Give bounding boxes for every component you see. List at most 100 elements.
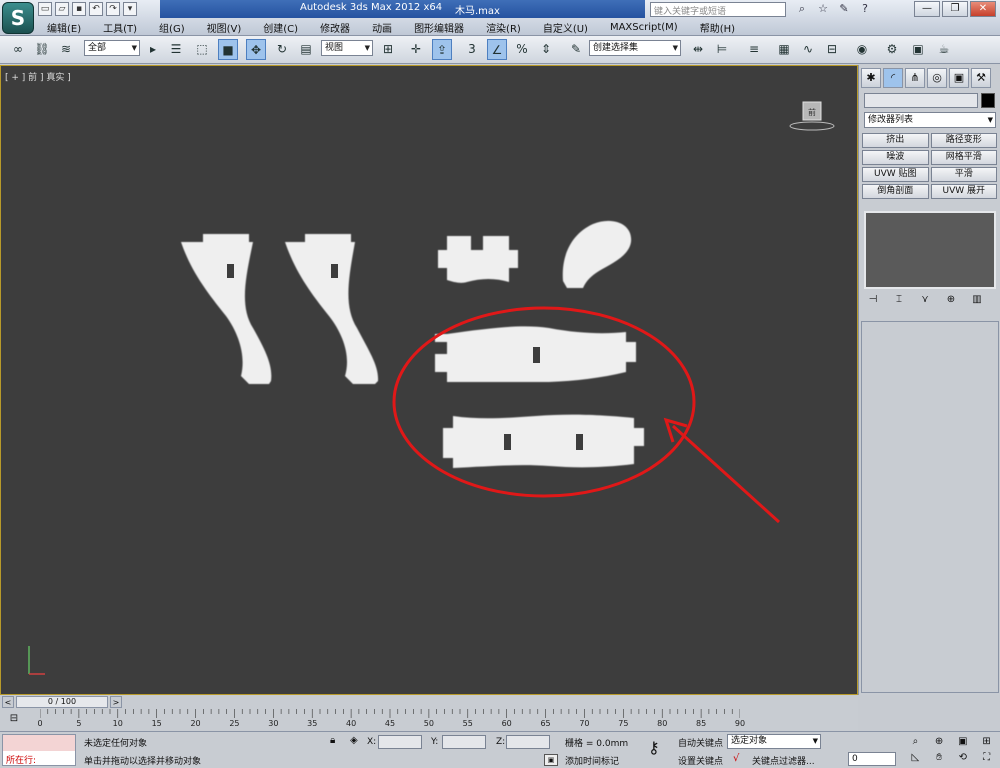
graphite-icon[interactable]: ▦	[774, 39, 794, 60]
zoom-extents-icon[interactable]: ▣	[953, 735, 974, 748]
curve-editor-icon[interactable]: ∿	[798, 39, 818, 60]
meshsmooth-button[interactable]: 网格平滑	[930, 150, 997, 165]
absolute-mode-icon[interactable]: ◈	[350, 735, 358, 746]
set-key-button[interactable]: 设置关键点	[678, 754, 723, 767]
time-tag-icon[interactable]: ▣	[544, 754, 558, 766]
menu-customize[interactable]: 自定义(U)	[532, 20, 599, 35]
viewport-front[interactable]: [ + ] 前 ] 真实 ] 前 jingya	[0, 65, 858, 695]
named-selection-dropdown[interactable]: 创建选择集	[589, 40, 681, 56]
utilities-tab[interactable]: ⚒	[971, 68, 991, 88]
ref-coord-dropdown[interactable]: 视图	[321, 40, 373, 56]
redo-icon[interactable]: ↷	[106, 2, 120, 16]
maximize-viewport-icon[interactable]: ⛶	[976, 751, 997, 764]
link-icon[interactable]: ∞	[8, 39, 28, 60]
connector-piece[interactable]	[438, 236, 518, 283]
head-piece[interactable]	[562, 220, 632, 288]
frame-ruler[interactable]: 0 5 10 15 20 25 30 35 40 45 50 55 60 65 70 75 80 85 90	[37, 709, 745, 731]
auto-key-button[interactable]: 自动关键点	[678, 736, 723, 749]
keyboard-shortcut-icon[interactable]: ⇪	[432, 39, 452, 60]
orbit-icon[interactable]: ⟲	[953, 751, 974, 764]
minimize-button[interactable]: —	[914, 1, 940, 17]
object-name-field[interactable]	[864, 93, 978, 108]
mini-curve-editor-icon[interactable]: ⊟	[6, 712, 22, 726]
time-slider-thumb[interactable]: 0 / 100	[16, 696, 108, 708]
select-move-icon[interactable]: ✥	[246, 39, 266, 60]
spinner-snap-icon[interactable]: ⇕	[536, 39, 556, 60]
pivot-center-icon[interactable]: ⊞	[378, 39, 398, 60]
select-by-name-icon[interactable]: ☰	[166, 39, 186, 60]
new-icon[interactable]: ▭	[38, 2, 52, 16]
key-icon[interactable]: ⚷	[648, 738, 660, 757]
configure-sets-icon[interactable]: ▥	[969, 293, 985, 307]
rect-selection-icon[interactable]: ⬚	[192, 39, 212, 60]
unwrap-uvw-button[interactable]: UVW 展开	[930, 184, 997, 199]
leg-piece-2[interactable]	[285, 234, 379, 384]
path-deform-button[interactable]: 路径变形	[930, 133, 997, 148]
leg-piece-1[interactable]	[181, 234, 272, 384]
rendered-frame-icon[interactable]: ▣	[908, 39, 928, 60]
close-button[interactable]: ✕	[970, 1, 996, 17]
material-editor-icon[interactable]: ◉	[852, 39, 872, 60]
modifier-list-dropdown[interactable]: 修改器列表	[864, 112, 996, 128]
menu-animation[interactable]: 动画	[361, 20, 403, 35]
pin-stack-icon[interactable]: ⊣	[865, 293, 881, 307]
add-time-tag-button[interactable]: 添加时间标记	[565, 754, 619, 767]
binoculars-icon[interactable]: ⌕	[794, 2, 810, 17]
display-tab[interactable]: ▣	[949, 68, 969, 88]
bind-spacewarp-icon[interactable]: ≋	[56, 39, 76, 60]
selection-filter-dropdown[interactable]: 全部	[84, 40, 140, 56]
zoom-extents-all-icon[interactable]: ⊞	[976, 735, 997, 748]
object-color-swatch[interactable]	[981, 93, 995, 108]
extrude-button[interactable]: 挤出	[862, 133, 929, 148]
menu-rendering[interactable]: 渲染(R)	[475, 20, 532, 35]
app-logo-button[interactable]: S	[2, 2, 34, 34]
lock-icon[interactable]: 🔒︎	[330, 735, 335, 746]
time-prev-button[interactable]: <	[2, 696, 14, 708]
key-filters-button[interactable]: 关键点过滤器...	[752, 754, 815, 767]
viewcube[interactable]: 前	[787, 98, 837, 132]
zoom-all-icon[interactable]: ⊕	[929, 735, 950, 748]
z-coord-field[interactable]	[506, 735, 550, 749]
select-object-icon[interactable]: ▸	[143, 39, 163, 60]
remove-modifier-icon[interactable]: ⊕	[943, 293, 959, 307]
mirror-icon[interactable]: ⇹	[688, 39, 708, 60]
y-coord-field[interactable]	[442, 735, 486, 749]
plank-piece-2[interactable]	[443, 414, 644, 468]
pan-icon[interactable]: ✋︎	[929, 751, 950, 764]
layer-manager-icon[interactable]: ≡	[744, 39, 764, 60]
modifier-stack[interactable]	[864, 211, 996, 289]
star-icon[interactable]: ☆	[815, 2, 831, 17]
menu-view[interactable]: 视图(V)	[196, 20, 253, 35]
align-icon[interactable]: ⊨	[712, 39, 732, 60]
scene-canvas[interactable]	[1, 66, 858, 695]
search-input[interactable]: 键入关键字或短语	[650, 2, 786, 17]
save-icon[interactable]: ▪	[72, 2, 86, 16]
menu-create[interactable]: 创建(C)	[252, 20, 309, 35]
menu-graph-editors[interactable]: 图形编辑器	[403, 20, 475, 35]
maxscript-listener[interactable]: 所在行:	[2, 734, 76, 766]
manipulate-icon[interactable]: ✛	[406, 39, 426, 60]
dropdown-icon[interactable]: ▾	[123, 2, 137, 16]
tools-icon[interactable]: ✎	[836, 2, 852, 17]
window-crossing-icon[interactable]: ■	[218, 39, 238, 60]
modify-tab[interactable]: ◜	[883, 68, 903, 88]
menu-tools[interactable]: 工具(T)	[92, 20, 148, 35]
select-rotate-icon[interactable]: ↻	[272, 39, 292, 60]
hierarchy-tab[interactable]: ⋔	[905, 68, 925, 88]
show-end-result-icon[interactable]: ⌶	[891, 293, 907, 307]
edit-named-sel-icon[interactable]: ✎	[566, 39, 586, 60]
uvw-map-button[interactable]: UVW 贴图	[862, 167, 929, 182]
menu-modifiers[interactable]: 修改器	[309, 20, 361, 35]
bevel-profile-button[interactable]: 倒角剖面	[862, 184, 929, 199]
select-scale-icon[interactable]: ▤	[296, 39, 316, 60]
render-teapot-icon[interactable]: ☕	[934, 39, 954, 60]
selection-set-dropdown[interactable]: 选定对象	[727, 734, 821, 749]
x-coord-field[interactable]	[378, 735, 422, 749]
motion-tab[interactable]: ◎	[927, 68, 947, 88]
schematic-view-icon[interactable]: ⊟	[822, 39, 842, 60]
create-tab[interactable]: ✱	[861, 68, 881, 88]
unlink-icon[interactable]: ⛓	[32, 39, 52, 60]
time-next-button[interactable]: >	[110, 696, 122, 708]
render-setup-icon[interactable]: ⚙	[882, 39, 902, 60]
menu-group[interactable]: 组(G)	[148, 20, 196, 35]
